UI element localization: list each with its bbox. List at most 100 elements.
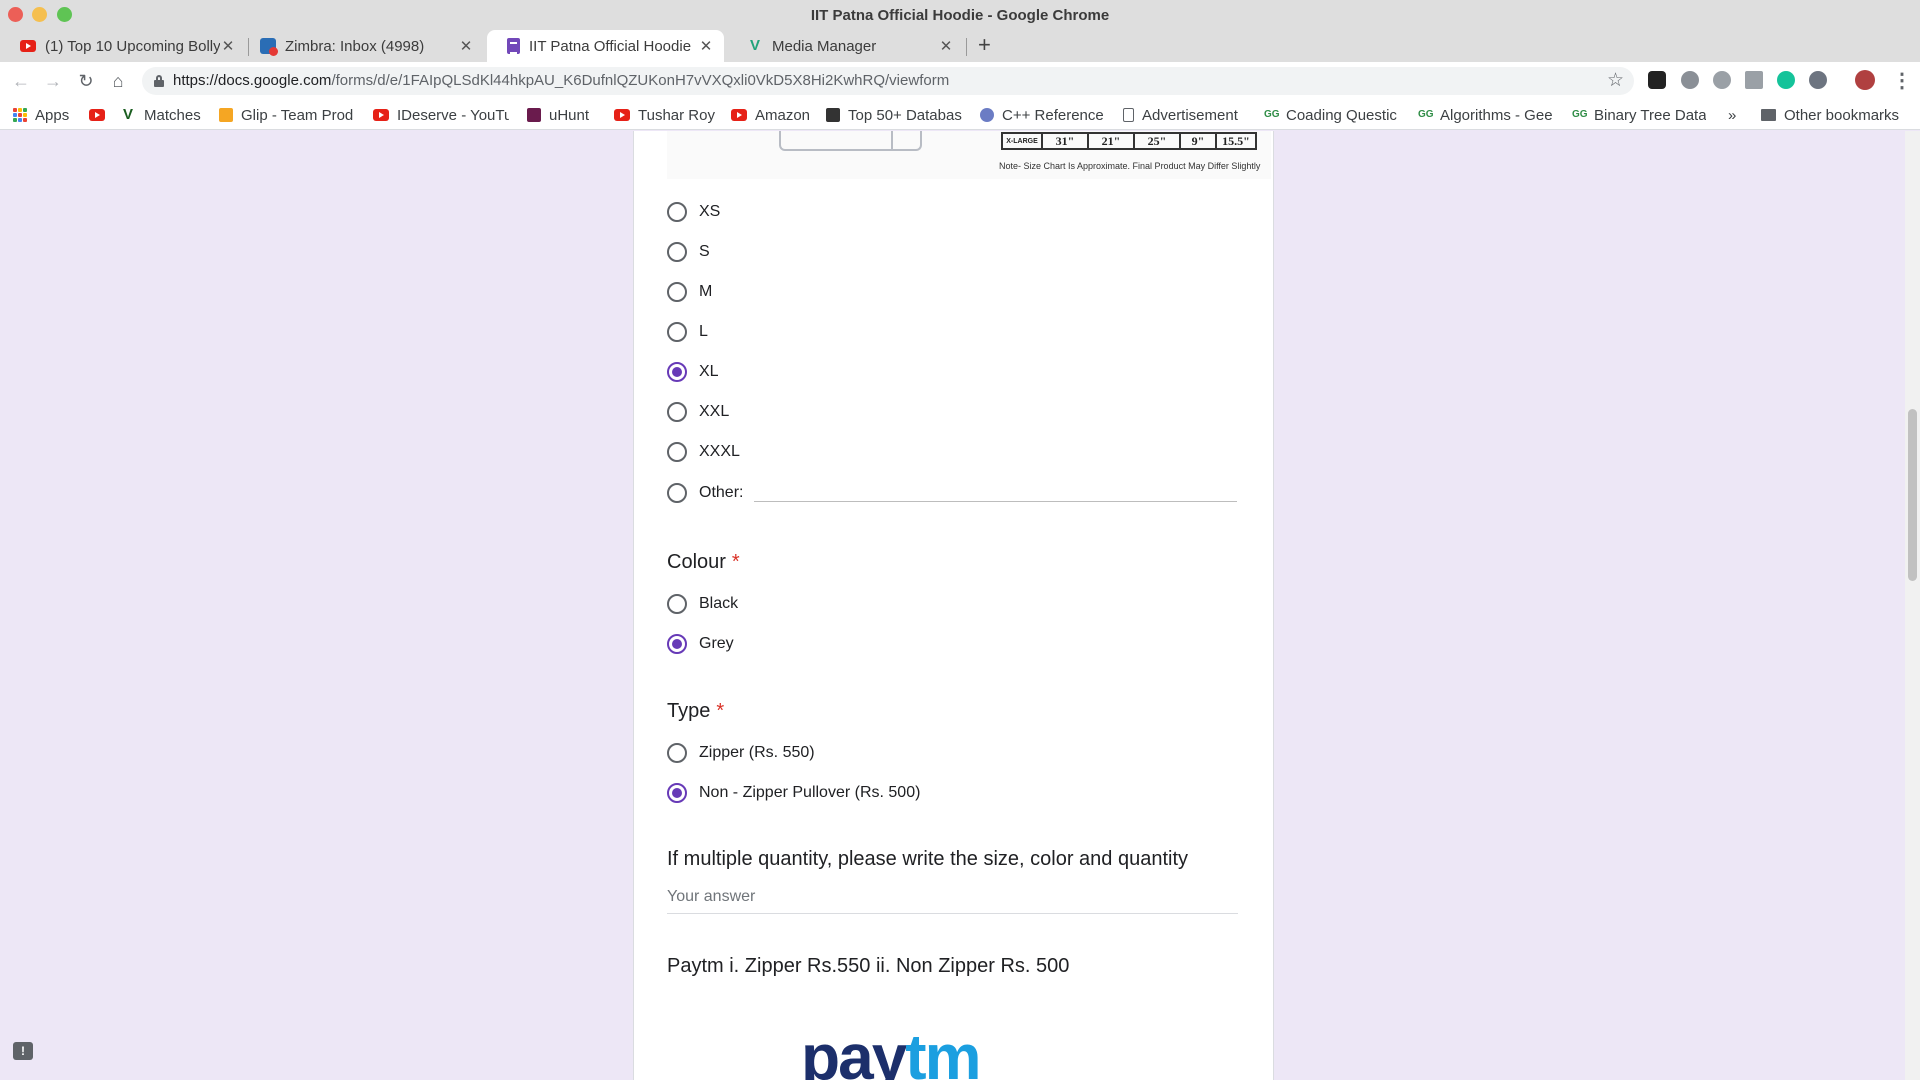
radio-button-selected[interactable] (667, 634, 687, 654)
radio-button[interactable] (667, 743, 687, 763)
close-icon[interactable]: ✕ (698, 37, 714, 55)
radio-button[interactable] (667, 242, 687, 262)
gfg-icon: GG (1572, 109, 1588, 120)
bookmark-binary-tree[interactable]: GG Binary Tree Data (1572, 104, 1706, 126)
tab-youtube[interactable]: (1) Top 10 Upcoming Bolly ✕ (0, 30, 246, 62)
size-option-l[interactable]: L (667, 319, 708, 345)
forward-arrow-icon[interactable]: → (40, 68, 66, 94)
other-bookmarks[interactable]: Other bookmarks (1761, 104, 1899, 126)
youtube-icon (89, 109, 105, 121)
radio-button[interactable] (667, 442, 687, 462)
size-option-s[interactable]: S (667, 239, 710, 265)
tab-label: IIT Patna Official Hoodie (529, 37, 692, 55)
bookmark-cpp-reference[interactable]: C++ Reference (980, 104, 1104, 126)
feedback-icon[interactable]: ! (13, 1042, 33, 1060)
close-icon[interactable]: ✕ (938, 37, 954, 55)
page-scrollbar[interactable] (1905, 131, 1920, 1080)
bookmark-star-icon[interactable]: ☆ (1607, 69, 1624, 92)
size-option-xs[interactable]: XS (667, 199, 720, 225)
radio-button-selected[interactable] (667, 783, 687, 803)
cloud-extension-icon[interactable] (1713, 71, 1731, 89)
cpp-icon (980, 108, 994, 122)
bookmark-advertisement[interactable]: Advertisement (1123, 104, 1238, 126)
type-option-zipper[interactable]: Zipper (Rs. 550) (667, 740, 815, 766)
tab-iit-patna-hoodie[interactable]: IIT Patna Official Hoodie ✕ (487, 30, 724, 62)
size-option-xxl[interactable]: XXL (667, 399, 729, 425)
shield-extension-icon[interactable] (1681, 71, 1699, 89)
profile-avatar[interactable] (1855, 70, 1875, 90)
bookmark-uhunt[interactable]: uHunt (527, 104, 589, 126)
radio-button-selected[interactable] (667, 362, 687, 382)
vuetify-icon: V (122, 106, 133, 123)
size-chart-note: Note- Size Chart Is Approximate. Final P… (999, 161, 1261, 171)
size-chart-value: 9" (1181, 134, 1217, 148)
browser-toolbar: ← → ↻ ⌂ https://docs.google.com/forms/d/… (0, 62, 1920, 100)
menu-kebab-icon[interactable]: ⋮ (1892, 68, 1912, 93)
payment-section-title: Paytm i. Zipper Rs.550 ii. Non Zipper Rs… (667, 955, 1070, 977)
size-option-m[interactable]: M (667, 279, 712, 305)
radio-button[interactable] (667, 282, 687, 302)
youtube-icon (614, 109, 630, 121)
type-option-non-zipper[interactable]: Non - Zipper Pullover (Rs. 500) (667, 780, 920, 806)
bookmark-apps[interactable]: Apps (13, 104, 69, 126)
form-card: X-LARGE 31" 21" 25" 9" 15.5" Note- Size … (633, 131, 1274, 1080)
youtube-icon (731, 109, 747, 121)
bookmark-top-50-database[interactable]: Top 50+ Databas (826, 104, 964, 126)
lock-icon[interactable] (154, 75, 164, 87)
back-arrow-icon[interactable]: ← (8, 68, 34, 94)
colour-question-title: Colour * (667, 551, 740, 573)
size-option-xl[interactable]: XL (667, 359, 719, 385)
close-icon[interactable]: ✕ (458, 37, 474, 55)
tab-media-manager[interactable]: V Media Manager ✕ (727, 30, 964, 62)
home-icon[interactable]: ⌂ (105, 68, 131, 94)
type-question-title: Type * (667, 700, 725, 722)
required-asterisk: * (716, 700, 725, 722)
colour-option-grey[interactable]: Grey (667, 631, 734, 657)
new-tab-button[interactable]: + (978, 32, 991, 58)
vuetify-extension-icon[interactable] (1745, 71, 1763, 89)
bookmark-tushar-roy[interactable]: Tushar Roy (614, 104, 715, 126)
radio-button[interactable] (667, 483, 687, 503)
size-chart-value: 21" (1089, 134, 1135, 148)
hoodie-sketch (779, 131, 922, 151)
window-title: IIT Patna Official Hoodie - Google Chrom… (810, 7, 1110, 24)
tab-label: Media Manager (772, 37, 877, 55)
radio-button[interactable] (667, 322, 687, 342)
colour-option-black[interactable]: Black (667, 591, 738, 617)
bookmark-matches[interactable]: V Matches (120, 104, 201, 126)
chrome-extension-icon[interactable] (1809, 71, 1827, 89)
bookmarks-bar: Apps V Matches Glip - Team Prod IDeserve… (0, 100, 1920, 130)
vuetify-icon: V (749, 37, 760, 54)
radio-button[interactable] (667, 594, 687, 614)
zimbra-icon (260, 38, 278, 56)
paytm-logo: paytm (801, 1021, 982, 1080)
bookmark-algorithms-gfg[interactable]: GG Algorithms - Gee (1418, 104, 1552, 126)
bookmark-ideserve[interactable]: IDeserve - YouTu (373, 104, 509, 126)
radio-button[interactable] (667, 202, 687, 222)
bookmark-amazon[interactable]: Amazon (731, 104, 810, 126)
tab-zimbra[interactable]: Zimbra: Inbox (4998) ✕ (240, 30, 484, 62)
other-text-input[interactable] (754, 501, 1237, 502)
size-chart-image: X-LARGE 31" 21" 25" 9" 15.5" Note- Size … (667, 131, 1271, 179)
form-page: X-LARGE 31" 21" 25" 9" 15.5" Note- Size … (0, 131, 1920, 1080)
uva-icon (527, 108, 541, 122)
url-text[interactable]: https://docs.google.com/forms/d/e/1FAIpQ… (173, 72, 949, 89)
multiple-quantity-answer-input[interactable]: Your answer (667, 888, 1238, 914)
reload-icon[interactable]: ↻ (73, 68, 99, 94)
extension-icon[interactable] (1648, 71, 1666, 89)
book-icon (826, 108, 840, 122)
close-icon[interactable]: ✕ (220, 37, 236, 55)
size-option-xxxl[interactable]: XXXL (667, 439, 740, 465)
address-bar[interactable]: https://docs.google.com/forms/d/e/1FAIpQ… (142, 67, 1634, 95)
bookmarks-overflow-chevron-icon[interactable]: » (1728, 104, 1736, 126)
bookmark-glip[interactable]: Glip - Team Prod (219, 104, 353, 126)
scrollbar-thumb[interactable] (1908, 409, 1917, 581)
bookmark-youtube[interactable] (89, 104, 105, 126)
grammarly-icon[interactable] (1777, 71, 1795, 89)
tab-label: (1) Top 10 Upcoming Bolly (45, 37, 220, 55)
youtube-icon (373, 109, 389, 121)
tab-strip: (1) Top 10 Upcoming Bolly ✕ Zimbra: Inbo… (0, 30, 1920, 62)
size-option-other[interactable]: Other: (667, 480, 743, 506)
bookmark-coading-questions[interactable]: GG Coading Questic (1264, 104, 1402, 126)
radio-button[interactable] (667, 402, 687, 422)
